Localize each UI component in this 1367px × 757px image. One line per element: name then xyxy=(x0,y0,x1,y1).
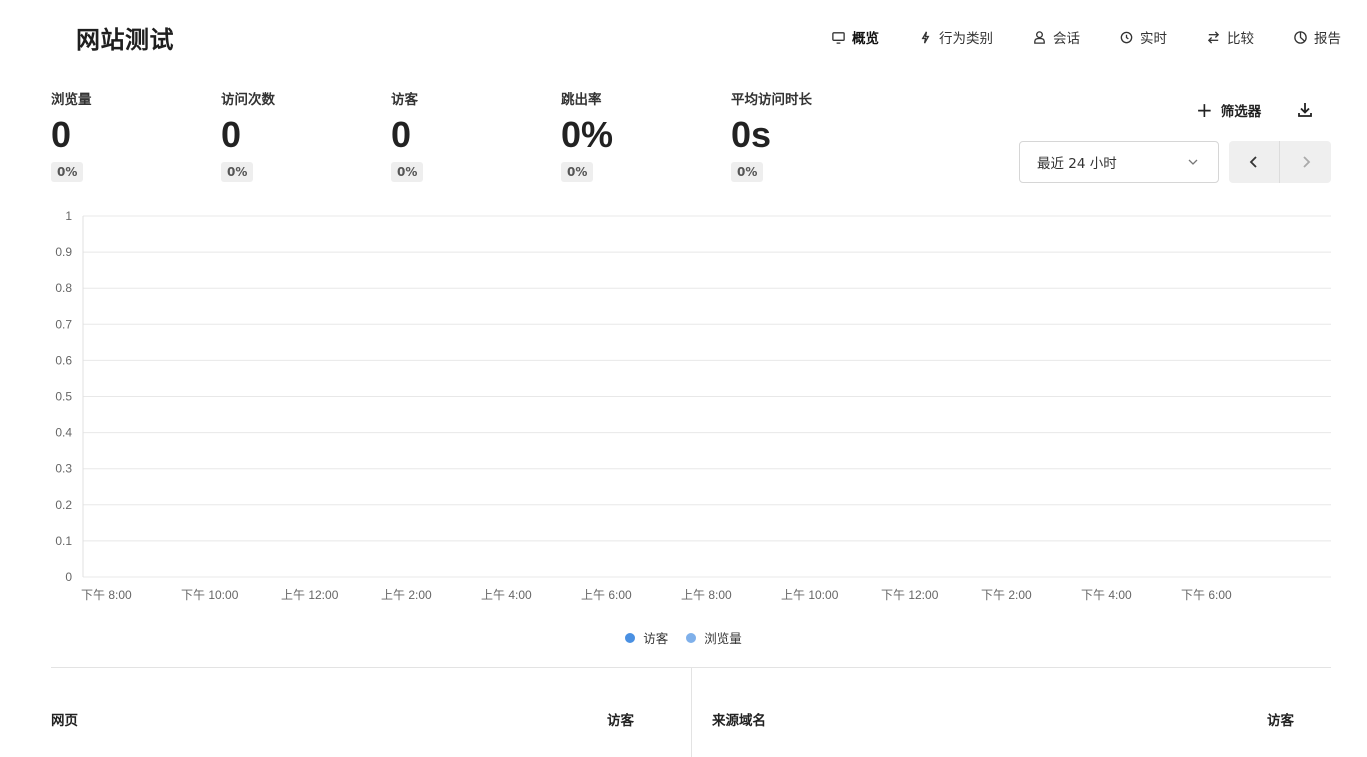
nav-compare-label: 比较 xyxy=(1227,31,1254,47)
monitor-icon xyxy=(830,29,846,45)
y-tick-label: 0.3 xyxy=(55,462,72,476)
chart-legend: 访客 浏览量 xyxy=(0,628,1367,647)
plus-icon: + xyxy=(1196,98,1213,122)
nav-sessions-label: 会话 xyxy=(1053,31,1080,47)
nav-reports-label: 报告 xyxy=(1314,31,1341,47)
y-tick-label: 0.9 xyxy=(55,245,72,259)
previous-period-button[interactable] xyxy=(1229,141,1280,183)
pages-table-title: 网页 xyxy=(51,713,78,729)
metric-change-badge: 0% xyxy=(51,162,84,182)
x-tick-label: 下午 10:00 xyxy=(181,588,239,602)
metric-value: 0 xyxy=(51,114,72,155)
nav-sessions[interactable]: 会话 xyxy=(1031,26,1080,48)
x-tick-label: 下午 2:00 xyxy=(981,588,1032,602)
main-nav: 概览 行为类别 会话 实时 比较 报告 xyxy=(792,26,1341,48)
metric-label: 访客 xyxy=(391,92,418,108)
x-tick-label: 上午 2:00 xyxy=(381,588,432,602)
legend-item-visitors[interactable]: 访客 xyxy=(625,628,668,647)
download-icon[interactable] xyxy=(1296,101,1314,119)
user-icon xyxy=(1031,29,1047,45)
nav-overview[interactable]: 概览 xyxy=(830,26,879,48)
metric-label: 跳出率 xyxy=(561,92,602,108)
traffic-chart-svg: 0 0.1 0.2 0.3 0.4 0.5 0.6 0.7 0.8 0.9 1 下午 8:00 下午 1… xyxy=(55,209,1331,602)
x-tick-label: 下午 6:00 xyxy=(1181,588,1232,602)
date-range-select[interactable]: 最近 24 小时 xyxy=(1019,141,1219,183)
nav-events-label: 行为类别 xyxy=(939,31,993,47)
metric-label: 浏览量 xyxy=(51,92,92,108)
legend-dot xyxy=(686,632,697,643)
metric-avg-visit-time: 平均访问时长 0s 0% xyxy=(731,88,901,182)
traffic-chart: 0 0.1 0.2 0.3 0.4 0.5 0.6 0.7 0.8 0.9 1 下午 8:00 下午 1… xyxy=(0,200,1367,620)
y-tick-label: 0.8 xyxy=(55,281,72,295)
y-tick-label: 0.4 xyxy=(55,426,72,440)
metric-change-badge: 0% xyxy=(391,162,424,182)
metric-label: 平均访问时长 xyxy=(731,92,812,108)
date-pager xyxy=(1229,141,1331,183)
y-tick-label: 0.5 xyxy=(55,390,72,404)
site-title: 网站测试 xyxy=(76,26,174,54)
nav-realtime-label: 实时 xyxy=(1140,31,1167,47)
metric-value: 0s xyxy=(731,114,772,155)
nav-realtime[interactable]: 实时 xyxy=(1118,26,1167,48)
metric-visitors: 访客 0 0% xyxy=(391,88,561,182)
metric-value: 0 xyxy=(391,114,412,155)
legend-dot xyxy=(625,632,636,643)
chevron-right-icon xyxy=(1302,156,1310,168)
x-tick-label: 上午 8:00 xyxy=(681,588,732,602)
metric-label: 访问次数 xyxy=(221,92,275,108)
metric-change-badge: 0% xyxy=(561,162,594,182)
chevron-down-icon xyxy=(1186,155,1200,169)
chevron-left-icon xyxy=(1249,156,1257,168)
filter-button[interactable]: + 筛选器 xyxy=(1196,100,1261,120)
legend-label: 访客 xyxy=(643,631,669,646)
x-tick-label: 上午 6:00 xyxy=(581,588,632,602)
x-tick-label: 下午 8:00 xyxy=(81,588,132,602)
metric-value: 0 xyxy=(221,114,242,155)
bolt-icon xyxy=(917,29,933,45)
nav-events[interactable]: 行为类别 xyxy=(917,26,993,48)
metrics-bar: 浏览量 0 0% 访问次数 0 0% 访客 0 0% 跳出率 0% 0% 平均访… xyxy=(51,88,901,182)
referrers-table-metric-header: 访客 xyxy=(1267,713,1294,729)
metric-bounce-rate: 跳出率 0% 0% xyxy=(561,88,731,182)
x-tick-label: 下午 4:00 xyxy=(1081,588,1132,602)
legend-item-pageviews[interactable]: 浏览量 xyxy=(686,628,742,647)
y-tick-label: 1 xyxy=(65,209,72,223)
y-tick-label: 0 xyxy=(65,570,72,584)
y-tick-label: 0.1 xyxy=(55,534,72,548)
metric-value: 0% xyxy=(561,114,614,155)
y-tick-label: 0.2 xyxy=(55,498,72,512)
nav-overview-label: 概览 xyxy=(852,31,879,47)
next-period-button[interactable] xyxy=(1280,141,1331,183)
filter-button-label: 筛选器 xyxy=(1220,104,1262,120)
y-tick-label: 0.7 xyxy=(55,317,72,331)
nav-compare[interactable]: 比较 xyxy=(1205,26,1254,48)
legend-label: 浏览量 xyxy=(704,631,742,646)
metric-pageviews: 浏览量 0 0% xyxy=(51,88,221,182)
swap-icon xyxy=(1205,29,1221,45)
column-divider xyxy=(691,668,692,757)
metric-visits: 访问次数 0 0% xyxy=(221,88,391,182)
x-tick-label: 下午 12:00 xyxy=(881,588,939,602)
pie-icon xyxy=(1292,29,1308,45)
nav-reports[interactable]: 报告 xyxy=(1292,26,1341,48)
metric-change-badge: 0% xyxy=(731,162,764,182)
pages-table-metric-header: 访客 xyxy=(607,713,634,729)
referrers-table-title: 来源域名 xyxy=(712,713,766,729)
x-tick-label: 上午 4:00 xyxy=(481,588,532,602)
x-tick-label: 上午 10:00 xyxy=(781,588,839,602)
metric-change-badge: 0% xyxy=(221,162,254,182)
y-tick-label: 0.6 xyxy=(55,353,72,367)
x-tick-label: 上午 12:00 xyxy=(281,588,339,602)
clock-icon xyxy=(1118,29,1134,45)
date-range-value: 最近 24 小时 xyxy=(1037,156,1117,172)
